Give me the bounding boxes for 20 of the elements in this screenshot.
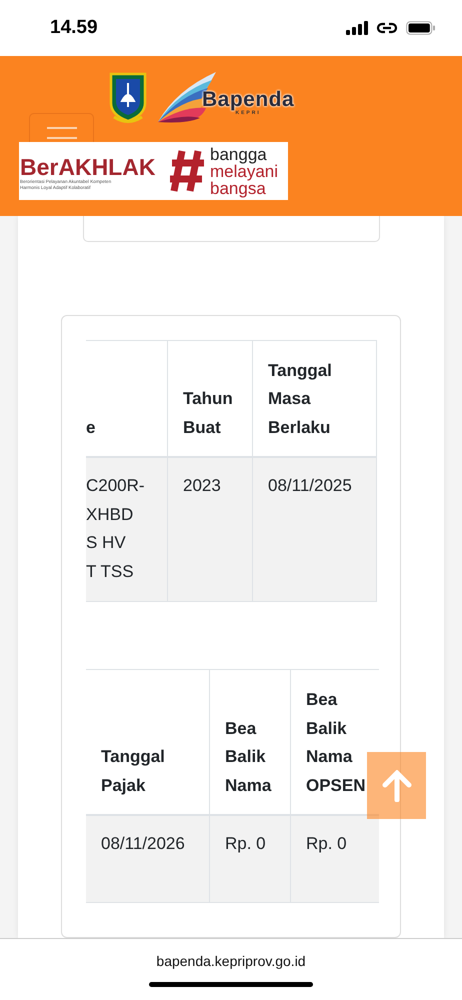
table-cell: Rp. 0 bbox=[209, 816, 291, 902]
table-cell: Rp. 0 bbox=[290, 816, 379, 902]
slogan-word: bangga bbox=[210, 146, 268, 162]
logo-text: Bapenda bbox=[202, 88, 294, 111]
slogan-word: melayani bbox=[210, 162, 278, 180]
emblem-icon bbox=[108, 70, 148, 124]
table-cell: C200R- XHBD S HV T TSS bbox=[86, 458, 168, 602]
link-icon bbox=[376, 20, 398, 36]
slogan-word: bangsa bbox=[210, 180, 266, 196]
banner-title: BerAKHLAK bbox=[20, 155, 156, 179]
status-time: 14.59 bbox=[50, 17, 98, 39]
arrow-up-icon bbox=[382, 770, 412, 802]
table-cell: 08/11/2025 bbox=[252, 458, 377, 602]
battery-icon bbox=[406, 21, 436, 35]
table-cell: 08/11/2026 bbox=[86, 816, 210, 902]
back-to-top-button[interactable] bbox=[367, 752, 426, 819]
signal-icon bbox=[346, 21, 368, 35]
url-text[interactable]: bapenda.kepriprov.go.id bbox=[156, 953, 306, 969]
table-cell: 2023 bbox=[167, 458, 253, 602]
menu-icon bbox=[46, 127, 76, 141]
